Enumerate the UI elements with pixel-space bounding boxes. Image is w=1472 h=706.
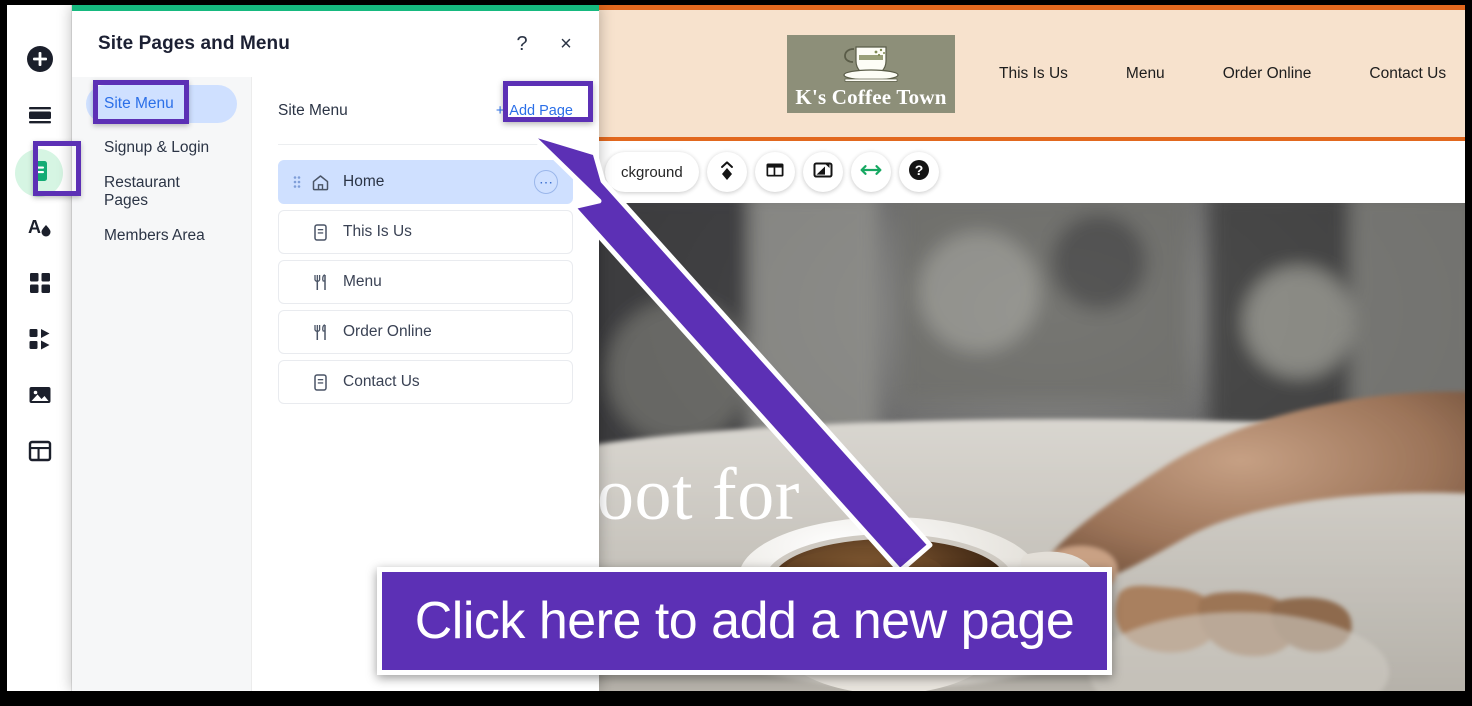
design-theme-icon: A	[26, 213, 54, 246]
sidebar-item-label: Restaurant Pages	[104, 174, 180, 209]
help-button[interactable]: ?	[898, 152, 939, 192]
rail-item-site-design[interactable]: A	[7, 201, 72, 257]
sidebar-item-label: Signup & Login	[104, 139, 210, 156]
site-logo[interactable]: K's Coffee Town	[787, 34, 955, 113]
sidebar-item-signup-and-login[interactable]: Signup & Login	[86, 129, 237, 167]
rail-item-table[interactable]	[7, 425, 72, 481]
section-toolbar: ckground ?	[605, 152, 939, 192]
home-icon	[309, 173, 331, 192]
site-nav: This Is Us Menu Order Online Contact Us	[999, 65, 1446, 83]
sidebar-item-restaurant-pages[interactable]: Restaurant Pages	[86, 173, 237, 211]
rail-item-apps[interactable]	[7, 257, 72, 313]
change-background-button[interactable]: ckground	[605, 152, 699, 192]
stretch-horizontal-icon	[859, 159, 883, 186]
page-row-order-online[interactable]: Order Online	[278, 310, 573, 354]
screenshot-root: A K's Coffee Town This Is Us Menu Order …	[0, 0, 1472, 706]
site-nav-link-menu[interactable]: Menu	[1126, 65, 1165, 83]
close-icon[interactable]: ×	[553, 31, 579, 57]
page-row-contact-us[interactable]: Contact Us	[278, 360, 573, 404]
stretch-button[interactable]	[850, 152, 891, 192]
plus-circle-icon	[26, 45, 54, 78]
page-row-menu[interactable]: Menu	[278, 260, 573, 304]
section-behavior-icon	[812, 159, 834, 186]
annotation-caption: Click here to add a new page	[377, 567, 1112, 675]
image-icon	[27, 382, 53, 413]
page-row-label: This Is Us	[343, 223, 412, 240]
table-layout-icon	[27, 438, 53, 469]
page-document-icon	[309, 223, 331, 242]
apps-grid-icon	[27, 270, 53, 301]
coffee-cup-icon	[826, 39, 916, 94]
restaurant-cutlery-icon	[309, 323, 331, 342]
change-background-label: ckground	[621, 163, 683, 181]
site-nav-link-contact-us[interactable]: Contact Us	[1369, 65, 1446, 83]
animation-button[interactable]	[706, 152, 747, 192]
restaurant-cutlery-icon	[309, 273, 331, 292]
pages-section-title: Site Menu	[278, 101, 348, 119]
add-page-selection-highlight	[503, 81, 593, 122]
hero-headline: oot for	[599, 454, 800, 536]
page-row-home[interactable]: Home ⋯	[278, 160, 573, 204]
page-more-options-button[interactable]: ⋯	[534, 170, 558, 194]
section-toolbar-strip: ckground ?	[599, 141, 1465, 203]
pages-list: Home ⋯ This Is Us Menu Order Online Cont…	[278, 145, 573, 404]
animation-icon	[716, 159, 738, 186]
page-document-icon	[309, 373, 331, 392]
sidebar-item-label: Members Area	[104, 227, 205, 244]
site-menu-selection-highlight	[93, 80, 189, 124]
rail-item-blocks[interactable]	[7, 313, 72, 369]
svg-text:?: ?	[914, 162, 923, 178]
dialog-title: Site Pages and Menu	[98, 33, 290, 54]
site-nav-link-this-is-us[interactable]: This Is Us	[999, 65, 1068, 83]
rail-item-site-sections[interactable]	[7, 89, 72, 145]
dialog-header: Site Pages and Menu ? ×	[72, 11, 599, 77]
rail-item-add-element[interactable]	[7, 33, 72, 89]
dialog-header-actions: ? ×	[509, 31, 579, 57]
left-icon-rail: A	[7, 5, 72, 691]
help-circle-icon: ?	[907, 158, 931, 187]
svg-text:A: A	[28, 217, 41, 237]
dialog-side-nav: Site Menu Signup & Login Restaurant Page…	[72, 77, 252, 691]
sidebar-item-members-area[interactable]: Members Area	[86, 217, 237, 255]
page-row-label: Menu	[343, 273, 382, 290]
editor-frame: A K's Coffee Town This Is Us Menu Order …	[7, 5, 1465, 691]
rail-item-media[interactable]	[7, 369, 72, 425]
drag-handle-icon[interactable]	[293, 175, 303, 189]
sections-icon	[26, 101, 54, 134]
behavior-button[interactable]	[802, 152, 843, 192]
page-row-label: Contact Us	[343, 373, 420, 390]
rail-selection-highlight	[33, 141, 81, 196]
page-row-this-is-us[interactable]: This Is Us	[278, 210, 573, 254]
page-row-label: Home	[343, 173, 385, 190]
layout-button[interactable]	[754, 152, 795, 192]
help-icon[interactable]: ?	[509, 31, 535, 57]
site-nav-link-order-online[interactable]: Order Online	[1223, 65, 1312, 83]
site-header: K's Coffee Town This Is Us Menu Order On…	[599, 5, 1465, 141]
page-row-label: Order Online	[343, 323, 432, 340]
blocks-puzzle-icon	[27, 326, 53, 357]
layout-columns-icon	[764, 159, 786, 186]
annotation-caption-text: Click here to add a new page	[414, 592, 1075, 650]
